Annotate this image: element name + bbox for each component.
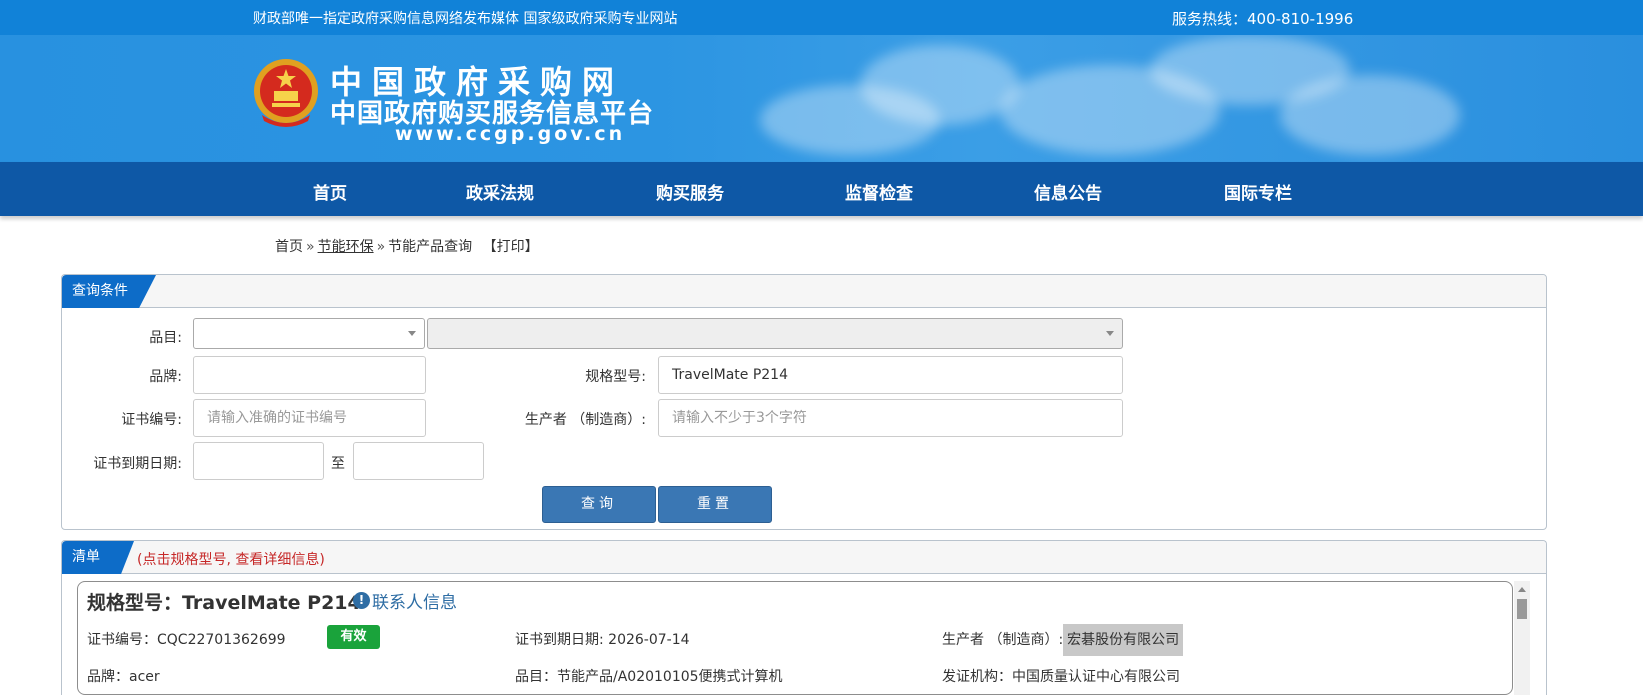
model-input[interactable]: TravelMate P214 [658, 356, 1123, 394]
results-scrollbar[interactable] [1514, 581, 1530, 695]
result-category: 品目：节能产品/A02010105便携式计算机 [515, 669, 783, 685]
chevron-down-icon [408, 331, 416, 336]
results-panel-header: 清单 (点击规格型号, 查看详细信息) [62, 541, 1546, 574]
maker-label: 生产者 （制造商）: [524, 412, 646, 428]
scroll-up-arrow-icon[interactable] [1518, 587, 1526, 592]
expiry-end-input[interactable] [353, 442, 484, 480]
status-badge: 有效 [327, 625, 380, 649]
reset-button[interactable]: 重置 [658, 486, 772, 523]
site-url: www.ccgp.gov.cn [395, 123, 626, 145]
nav-item-home[interactable]: 首页 [313, 179, 347, 204]
cert-no-label: 证书编号: [121, 412, 182, 428]
results-tab: 清单 [62, 541, 134, 574]
contact-info-link[interactable]: ! 联系人信息 [353, 588, 457, 613]
nav-item-regulations[interactable]: 政采法规 [466, 179, 534, 204]
model-label: 规格型号: [585, 369, 646, 385]
result-model-title[interactable]: 规格型号：TravelMate P214 [87, 588, 361, 615]
nav-item-supervision[interactable]: 监督检查 [845, 179, 913, 204]
service-hotline: 服务热线：400-810-1996 [1172, 10, 1354, 28]
nav-item-announcements[interactable]: 信息公告 [1034, 179, 1102, 204]
breadcrumb-separator: » [376, 239, 386, 255]
search-button[interactable]: 查询 [542, 486, 656, 523]
brand-input[interactable] [193, 356, 426, 394]
category-label: 品目: [149, 330, 182, 346]
breadcrumb-energy-env[interactable]: 节能环保 [318, 239, 374, 255]
brand-label: 品牌: [149, 369, 182, 385]
expiry-start-input[interactable] [193, 442, 324, 480]
print-link[interactable]: 【打印】 [477, 239, 539, 255]
result-maker: 生产者 （制造商）: 宏碁股份有限公司 [942, 624, 1184, 656]
top-strip: 财政部唯一指定政府采购信息网络发布媒体 国家级政府采购专业网站 服务热线：400… [0, 0, 1643, 35]
result-brand: 品牌：acer [87, 669, 160, 685]
breadcrumb-separator: » [306, 239, 315, 255]
query-panel-header: 查询条件 [62, 275, 1546, 308]
cloud-decoration [860, 45, 1020, 125]
info-icon: ! [353, 592, 370, 609]
cert-no-input[interactable]: 请输入准确的证书编号 [193, 399, 426, 437]
site-banner: 中国政府采购网 中国政府购买服务信息平台 www.ccgp.gov.cn [0, 35, 1643, 162]
breadcrumb: 首页» 节能环保» 节能产品查询 【打印】 [275, 236, 539, 256]
national-emblem-logo [254, 59, 318, 127]
main-nav: 首页 政采法规 购买服务 监督检查 信息公告 国际专栏 [0, 162, 1643, 216]
cloud-decoration [1280, 75, 1460, 155]
result-maker-value: 宏碁股份有限公司 [1063, 624, 1184, 656]
result-card: 规格型号：TravelMate P214 ! 联系人信息 证书编号：CQC227… [77, 581, 1513, 695]
expiry-to-label: 至 [331, 456, 345, 472]
result-maker-label: 生产者 （制造商）: [942, 632, 1064, 648]
scrollbar-thumb[interactable] [1517, 599, 1527, 619]
breadcrumb-current: 节能产品查询 [388, 239, 473, 255]
subcategory-select[interactable] [427, 318, 1123, 349]
chevron-down-icon [1106, 331, 1114, 336]
contact-info-label: 联系人信息 [372, 593, 457, 613]
site-slogan: 财政部唯一指定政府采购信息网络发布媒体 国家级政府采购专业网站 [253, 11, 678, 27]
nav-item-purchase-services[interactable]: 购买服务 [656, 179, 724, 204]
result-expiry: 证书到期日期: 2026-07-14 [515, 632, 690, 648]
results-hint: (点击规格型号, 查看详细信息) [137, 552, 325, 568]
expiry-label: 证书到期日期: [93, 456, 182, 472]
maker-input[interactable]: 请输入不少于3个字符 [658, 399, 1123, 437]
category-select[interactable] [193, 318, 425, 349]
result-issuer: 发证机构：中国质量认证中心有限公司 [942, 669, 1180, 685]
query-tab: 查询条件 [62, 275, 156, 308]
breadcrumb-home[interactable]: 首页 [275, 239, 303, 255]
nav-item-international[interactable]: 国际专栏 [1224, 179, 1292, 204]
result-cert-no: 证书编号：CQC22701362699 [87, 632, 286, 648]
